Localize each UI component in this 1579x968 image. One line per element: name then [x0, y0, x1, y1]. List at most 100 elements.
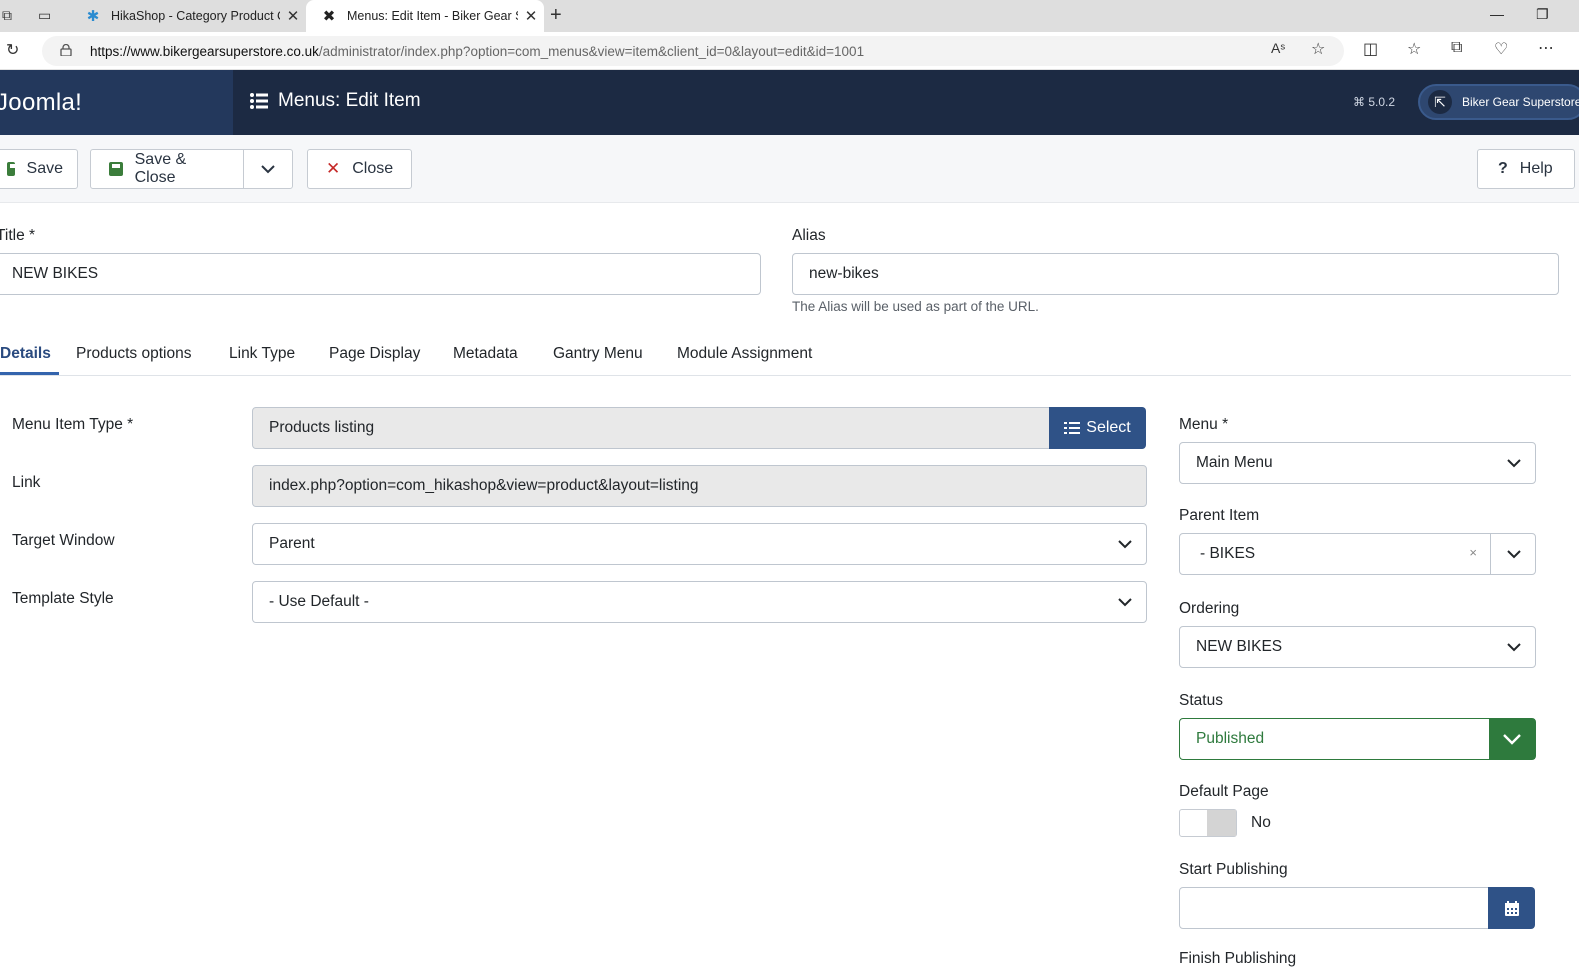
tab-details[interactable]: Details [0, 345, 51, 363]
tab-gantry-menu[interactable]: Gantry Menu [553, 345, 643, 363]
split-screen-icon[interactable]: ◫ [1363, 39, 1378, 59]
menu-item-type-field: Products listing [252, 407, 1052, 449]
logo-text: Joomla! [0, 88, 83, 116]
select-type-button[interactable]: Select [1049, 407, 1146, 449]
tab-page-display[interactable]: Page Display [329, 345, 420, 363]
browser-tab-title: HikaShop - Category Product Co [111, 9, 280, 23]
title-input[interactable]: NEW BIKES [0, 253, 761, 295]
browser-essentials-icon[interactable]: ♡ [1494, 39, 1508, 59]
minimize-icon[interactable]: — [1490, 6, 1504, 22]
chevron-down-icon [1118, 598, 1132, 607]
save-icon [109, 162, 123, 176]
page-title: Menus: Edit Item [250, 90, 421, 112]
ordering-label: Ordering [1179, 600, 1240, 617]
link-label: Link [12, 474, 41, 491]
browser-address-bar: ↻ https://www.bikergearsuperstore.co.uk /… [0, 32, 1579, 70]
target-window-value: Parent [269, 535, 315, 552]
url-input[interactable]: https://www.bikergearsuperstore.co.uk/ad… [42, 36, 1344, 66]
status-label: Status [1179, 692, 1223, 709]
menu-select[interactable]: Main Menu [1179, 442, 1536, 484]
close-tab-icon[interactable]: ✕ [280, 7, 306, 25]
joomla-logo[interactable]: Joomla! [0, 70, 233, 135]
more-options-icon[interactable]: ⋯ [1538, 38, 1554, 58]
url-host: https://www.bikergearsuperstore.co.uk [90, 43, 319, 59]
new-tab-icon[interactable]: + [550, 4, 562, 27]
tab-actions-icon[interactable]: ▭ [38, 7, 56, 25]
template-style-select[interactable]: - Use Default - [252, 581, 1147, 623]
save-icon [7, 162, 18, 176]
close-icon: ✕ [326, 159, 341, 178]
url-path: /administrator/index.php?option=com_menu… [318, 43, 865, 59]
lock-icon [60, 44, 72, 56]
clear-icon[interactable]: × [1469, 545, 1477, 560]
read-aloud-icon[interactable]: Aˢ [1271, 40, 1285, 56]
external-link-icon: ⇱ [1428, 90, 1452, 114]
collections-icon[interactable]: ⧉ [1451, 39, 1462, 57]
calendar-button[interactable] [1488, 887, 1535, 929]
chevron-down-icon [1507, 459, 1521, 468]
save-label: Save [26, 160, 63, 177]
tab-module-assignment[interactable]: Module Assignment [677, 345, 812, 363]
title-value: NEW BIKES [12, 265, 99, 282]
favorites-icon[interactable]: ☆ [1407, 39, 1421, 59]
target-window-select[interactable]: Parent [252, 523, 1147, 565]
ordering-select[interactable]: NEW BIKES [1179, 626, 1536, 668]
save-button[interactable]: Save [0, 149, 78, 189]
site-name: Biker Gear Superstore [1462, 95, 1579, 109]
list-icon [1064, 422, 1081, 434]
tab-products-options[interactable]: Products options [76, 345, 191, 363]
select-divider [1490, 534, 1491, 574]
refresh-icon[interactable]: ↻ [6, 40, 19, 60]
close-label: Close [352, 160, 394, 177]
status-select[interactable]: Published [1179, 718, 1536, 760]
tab-metadata[interactable]: Metadata [453, 345, 518, 363]
save-close-button[interactable]: Save & Close [90, 149, 244, 189]
select-button-label: Select [1086, 419, 1131, 436]
default-page-toggle[interactable] [1179, 809, 1237, 837]
parent-item-select[interactable]: - BIKES × [1179, 533, 1536, 575]
parent-item-value: - BIKES [1200, 545, 1256, 562]
browser-tab-title: Menus: Edit Item - Biker Gear Su [347, 9, 518, 23]
finish-publishing-label: Finish Publishing [1179, 950, 1297, 967]
site-link-button[interactable]: ⇱ Biker Gear Superstore [1418, 84, 1579, 120]
alias-help-text: The Alias will be used as part of the UR… [792, 299, 1039, 314]
chevron-down-icon [1507, 643, 1521, 652]
help-label: Help [1519, 160, 1553, 177]
browser-tab-joomla[interactable]: ✖ Menus: Edit Item - Biker Gear Su ✕ [306, 0, 544, 32]
menu-value: Main Menu [1196, 454, 1273, 471]
help-button[interactable]: ? Help [1477, 149, 1575, 189]
alias-value: new-bikes [809, 265, 879, 282]
toggle-knob [1207, 810, 1236, 836]
template-style-label: Template Style [12, 590, 114, 607]
template-style-value: - Use Default - [269, 593, 369, 610]
save-dropdown-button[interactable] [243, 149, 293, 189]
chevron-down-icon [1489, 719, 1535, 759]
default-page-label: Default Page [1179, 783, 1269, 800]
maximize-icon[interactable]: ❐ [1536, 6, 1549, 23]
chevron-down-icon [1507, 550, 1521, 559]
tab-link-type[interactable]: Link Type [229, 345, 295, 363]
ordering-value: NEW BIKES [1196, 638, 1283, 655]
favorite-star-icon[interactable]: ☆ [1311, 39, 1325, 59]
close-button[interactable]: ✕ Close [307, 149, 412, 189]
joomla-icon: ✖ [322, 8, 336, 25]
alias-input[interactable]: new-bikes [792, 253, 1559, 295]
menu-item-type-label: Menu Item Type * [12, 416, 134, 433]
save-close-label: Save & Close [134, 151, 187, 186]
link-field: index.php?option=com_hikashop&view=produ… [252, 465, 1147, 507]
chevron-down-icon [1118, 540, 1132, 549]
browser-tab-hikashop[interactable]: ✱ HikaShop - Category Product Co ✕ [70, 0, 306, 32]
title-label: Title * [0, 227, 36, 244]
target-window-label: Target Window [12, 532, 115, 549]
start-publishing-input[interactable] [1179, 887, 1490, 929]
version-badge: ⌘ 5.0.2 [1353, 95, 1396, 109]
start-publishing-label: Start Publishing [1179, 861, 1288, 878]
version-text: 5.0.2 [1368, 95, 1396, 109]
active-tab-indicator [0, 372, 59, 375]
close-tab-icon[interactable]: ✕ [518, 7, 544, 25]
toolbar: Save Save & Close ✕ Close ? Help [0, 135, 1579, 203]
link-value: index.php?option=com_hikashop&view=produ… [269, 477, 699, 494]
page-title-text: Menus: Edit Item [278, 90, 421, 111]
menu-label: Menu * [1179, 416, 1229, 433]
workspaces-icon[interactable]: ⧉ [2, 7, 20, 25]
